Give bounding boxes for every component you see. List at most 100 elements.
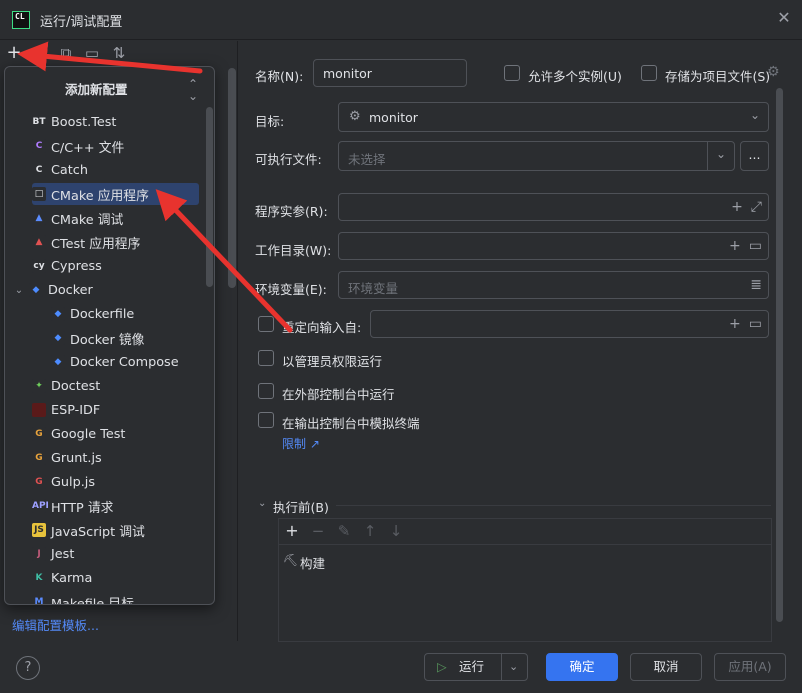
config-type-icon: ◆ bbox=[51, 307, 65, 321]
popup-item[interactable]: ESP-IDF bbox=[32, 399, 199, 421]
edit-templates-link[interactable]: 编辑配置模板... bbox=[12, 615, 99, 634]
config-type-icon: JS bbox=[32, 523, 46, 537]
arrow-up-icon[interactable]: ↑ bbox=[361, 522, 379, 540]
workdir-label: 工作目录(W): bbox=[255, 243, 332, 258]
config-type-icon bbox=[32, 403, 46, 417]
popup-item-label: CMake 应用程序 bbox=[51, 188, 149, 204]
popup-item[interactable]: ◆ Docker Compose bbox=[51, 351, 199, 373]
popup-item[interactable]: BT Boost.Test bbox=[32, 111, 199, 133]
config-type-icon: ◆ bbox=[51, 355, 65, 369]
gear-icon: ⚙ bbox=[349, 109, 361, 124]
cancel-button[interactable]: 取消 bbox=[630, 653, 702, 681]
sort-icon[interactable]: ⇅ bbox=[110, 44, 128, 62]
popup-item[interactable]: API HTTP 请求 bbox=[32, 495, 199, 517]
folder-icon[interactable]: ▭ bbox=[749, 237, 762, 255]
plus-icon[interactable]: + bbox=[729, 315, 741, 333]
name-label: 名称(N): bbox=[255, 69, 304, 84]
env-input[interactable]: 环境变量 ≣ bbox=[338, 271, 769, 299]
popup-item[interactable]: M Makefile 目标 bbox=[32, 591, 199, 605]
apply-button[interactable]: 应用(A) bbox=[714, 653, 786, 681]
emulate-terminal-label: 在输出控制台中模拟终端 bbox=[282, 416, 420, 431]
before-item-build[interactable]: 构建 bbox=[300, 553, 325, 572]
run-button[interactable]: ▷ 运行 ⌄ bbox=[424, 653, 528, 681]
chevron-down-icon[interactable]: ⌄ bbox=[509, 654, 518, 680]
section-divider bbox=[336, 505, 771, 506]
pencil-icon[interactable]: ✎ bbox=[335, 522, 353, 540]
config-type-icon: G bbox=[32, 451, 46, 465]
popup-item-label: Catch bbox=[51, 162, 88, 178]
allow-multiple-checkbox[interactable] bbox=[504, 65, 520, 81]
popup-item-label: Makefile 目标 bbox=[51, 596, 134, 605]
name-input[interactable]: monitor bbox=[313, 59, 467, 87]
folder-icon[interactable]: ▭ bbox=[83, 44, 101, 62]
hammer-icon: ⛏ bbox=[283, 553, 299, 567]
popup-item[interactable]: ▲ CTest 应用程序 bbox=[32, 231, 199, 253]
arrow-down-icon[interactable]: ↓ bbox=[387, 522, 405, 540]
popup-item[interactable]: J Jest bbox=[32, 543, 199, 565]
popup-item[interactable]: G Gulp.js bbox=[32, 471, 199, 493]
before-launch-label: 执行前(B) bbox=[273, 500, 329, 515]
args-label: 程序实参(R): bbox=[255, 204, 328, 219]
popup-item-label: Cypress bbox=[51, 258, 102, 274]
redirect-input[interactable]: + ▭ bbox=[370, 310, 769, 338]
config-type-icon: M bbox=[32, 595, 46, 604]
popup-item-label: Karma bbox=[51, 570, 93, 586]
folder-icon[interactable]: ▭ bbox=[749, 315, 762, 333]
left-scrollbar[interactable] bbox=[228, 68, 236, 608]
browse-executable-button[interactable]: ... bbox=[740, 141, 769, 171]
gear-icon[interactable]: ⚙ bbox=[767, 64, 780, 80]
run-external-checkbox[interactable] bbox=[258, 383, 274, 399]
popup-item-label: C/C++ 文件 bbox=[51, 140, 125, 156]
popup-item[interactable]: JS JavaScript 调试 bbox=[32, 519, 199, 541]
args-input[interactable]: + ⤢ bbox=[338, 193, 769, 221]
run-admin-label: 以管理员权限运行 bbox=[282, 354, 383, 369]
help-button[interactable]: ? bbox=[16, 656, 40, 680]
popup-scrollbar[interactable] bbox=[206, 107, 214, 604]
popup-item[interactable]: ▲ CMake 调试 bbox=[32, 207, 199, 229]
popup-item-label: Gulp.js bbox=[51, 474, 95, 490]
popup-item[interactable]: cy Cypress bbox=[32, 255, 199, 277]
copy-icon[interactable]: ⧉ bbox=[57, 44, 75, 62]
plus-icon[interactable]: + bbox=[731, 198, 743, 216]
popup-item[interactable]: ✦ Doctest bbox=[32, 375, 199, 397]
popup-item[interactable]: G Grunt.js bbox=[32, 447, 199, 469]
ok-button[interactable]: 确定 bbox=[546, 653, 618, 681]
config-type-icon: J bbox=[32, 547, 46, 561]
popup-item[interactable]: C C/C++ 文件 bbox=[32, 135, 199, 157]
popup-item[interactable]: □ CMake 应用程序 bbox=[32, 183, 199, 205]
popup-item[interactable]: ⌄ ◆ Docker bbox=[13, 279, 199, 301]
chevron-down-icon[interactable]: ⌄ bbox=[258, 498, 266, 509]
list-icon[interactable]: ≣ bbox=[750, 276, 762, 294]
popup-item[interactable]: K Karma bbox=[32, 567, 199, 589]
plus-icon[interactable]: + bbox=[283, 522, 301, 540]
run-admin-checkbox[interactable] bbox=[258, 350, 274, 366]
popup-item[interactable]: ◆ Dockerfile bbox=[51, 303, 199, 325]
config-type-icon: ▲ bbox=[32, 235, 46, 249]
executable-select[interactable]: 未选择 ⌄ bbox=[338, 141, 735, 171]
workdir-input[interactable]: + ▭ bbox=[338, 232, 769, 260]
expand-icon[interactable]: ⤢ bbox=[751, 198, 762, 216]
redirect-input-checkbox[interactable] bbox=[258, 316, 274, 332]
emulate-terminal-checkbox[interactable] bbox=[258, 412, 274, 428]
window-title: 运行/调试配置 bbox=[40, 15, 123, 30]
allow-multiple-label: 允许多个实例(U) bbox=[528, 69, 622, 84]
form-scrollbar[interactable] bbox=[776, 88, 783, 622]
chevron-down-icon[interactable]: ⌄ bbox=[13, 285, 25, 296]
limits-link[interactable]: 限制 ↗ bbox=[282, 435, 320, 452]
target-select[interactable]: ⚙ monitor ⌄ bbox=[338, 102, 769, 132]
minus-icon[interactable]: − bbox=[309, 522, 327, 540]
plus-icon[interactable]: + bbox=[5, 44, 23, 62]
collapse-icon[interactable]: ⌃ ⌄ bbox=[188, 78, 198, 102]
close-icon[interactable]: ✕ bbox=[776, 10, 792, 26]
add-new-config-popup: 添加新配置 ⌃ ⌄ BT Boost.Test C C/C++ 文件 C Catch □ CMa… bbox=[4, 66, 215, 605]
popup-item-label: Boost.Test bbox=[51, 114, 117, 130]
popup-item[interactable]: C Catch bbox=[32, 159, 199, 181]
run-external-label: 在外部控制台中运行 bbox=[282, 387, 395, 402]
popup-item[interactable]: ◆ Docker 镜像 bbox=[51, 327, 199, 349]
plus-icon[interactable]: + bbox=[729, 237, 741, 255]
store-as-project-checkbox[interactable] bbox=[641, 65, 657, 81]
config-type-icon: G bbox=[32, 427, 46, 441]
config-type-icon: ◆ bbox=[51, 331, 65, 345]
config-type-icon: BT bbox=[32, 115, 46, 129]
popup-item[interactable]: G Google Test bbox=[32, 423, 199, 445]
